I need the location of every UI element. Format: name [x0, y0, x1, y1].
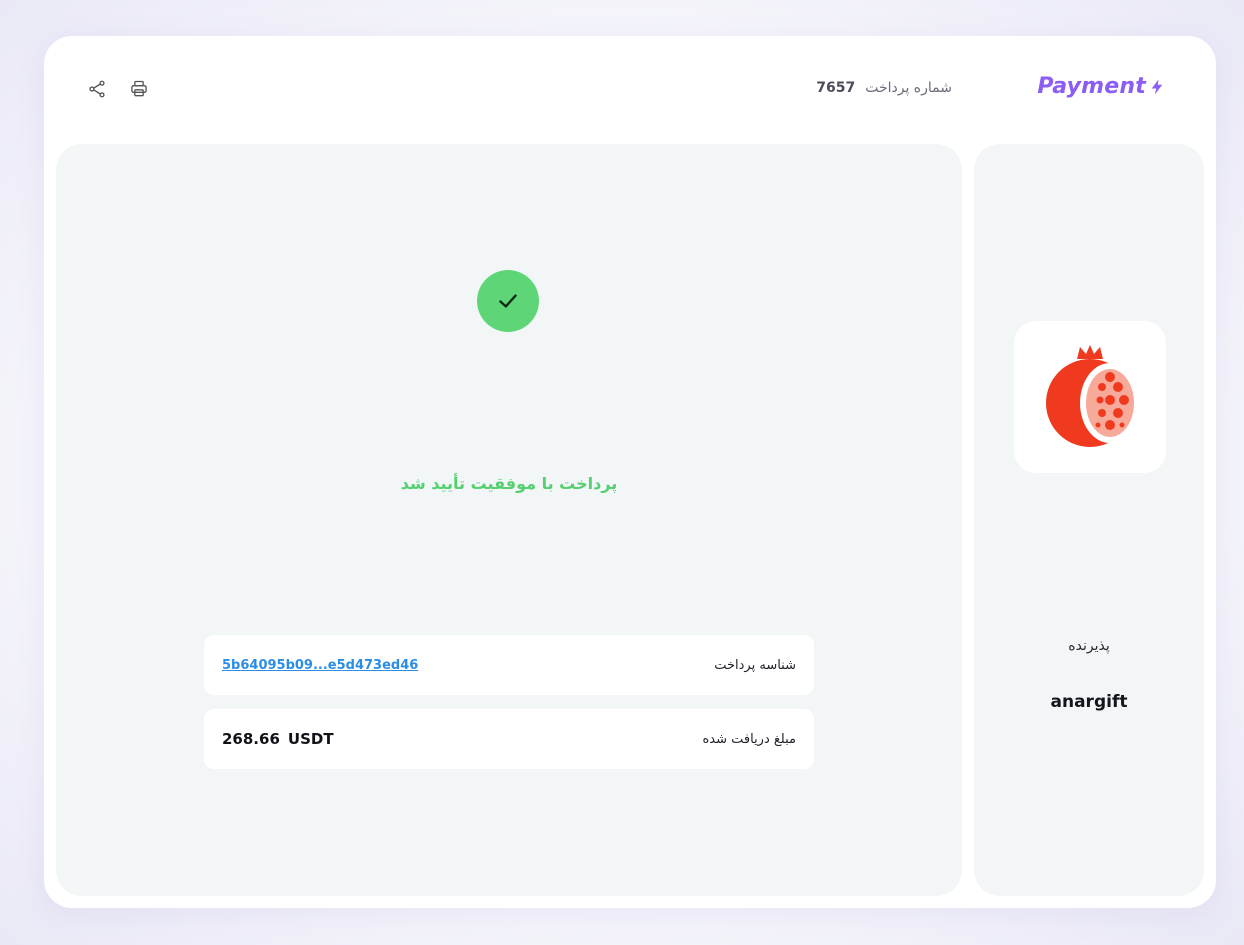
toolbar: [86, 78, 150, 100]
success-message: پرداخت با موفقیت تأیید شد: [400, 474, 618, 493]
payment-id-label: شناسه پرداخت: [714, 657, 796, 673]
payment-number-label: شماره پرداخت: [865, 80, 952, 96]
payment-result-panel: پرداخت با موفقیت تأیید شد 5b64095b09...e…: [56, 144, 962, 896]
amount-row: 268.66 USDT مبلغ دریافت شده: [204, 709, 814, 769]
payment-id-row: 5b64095b09...e5d473ed46 شناسه پرداخت: [204, 635, 814, 695]
print-icon[interactable]: [128, 78, 150, 100]
merchant-logo: [1014, 321, 1166, 473]
payment-number: شماره پرداخت 7657: [816, 80, 952, 96]
receiver-name: anargift: [1050, 692, 1128, 712]
amount-currency: USDT: [287, 730, 334, 748]
amount-value: 268.66 USDT: [222, 730, 334, 748]
amount-label: مبلغ دریافت شده: [702, 731, 796, 747]
brand-name: Payment: [1037, 74, 1146, 99]
receiver-label: پذیرنده: [1068, 638, 1110, 654]
amount-number: 268.66: [222, 730, 280, 748]
pomegranate-logo: [1046, 345, 1140, 447]
payment-card: شماره پرداخت 7657 Payment پرداخت با موفق…: [44, 36, 1216, 908]
brand-logo: Payment: [1037, 74, 1166, 99]
header: شماره پرداخت 7657 Payment: [44, 36, 1216, 144]
payment-id-link[interactable]: 5b64095b09...e5d473ed46: [222, 658, 418, 673]
share-icon[interactable]: [86, 78, 108, 100]
receiver-panel: پذیرنده anargift: [974, 144, 1204, 896]
bolt-icon: [1151, 79, 1163, 94]
payment-number-value: 7657: [816, 80, 856, 96]
check-icon: [477, 270, 539, 332]
